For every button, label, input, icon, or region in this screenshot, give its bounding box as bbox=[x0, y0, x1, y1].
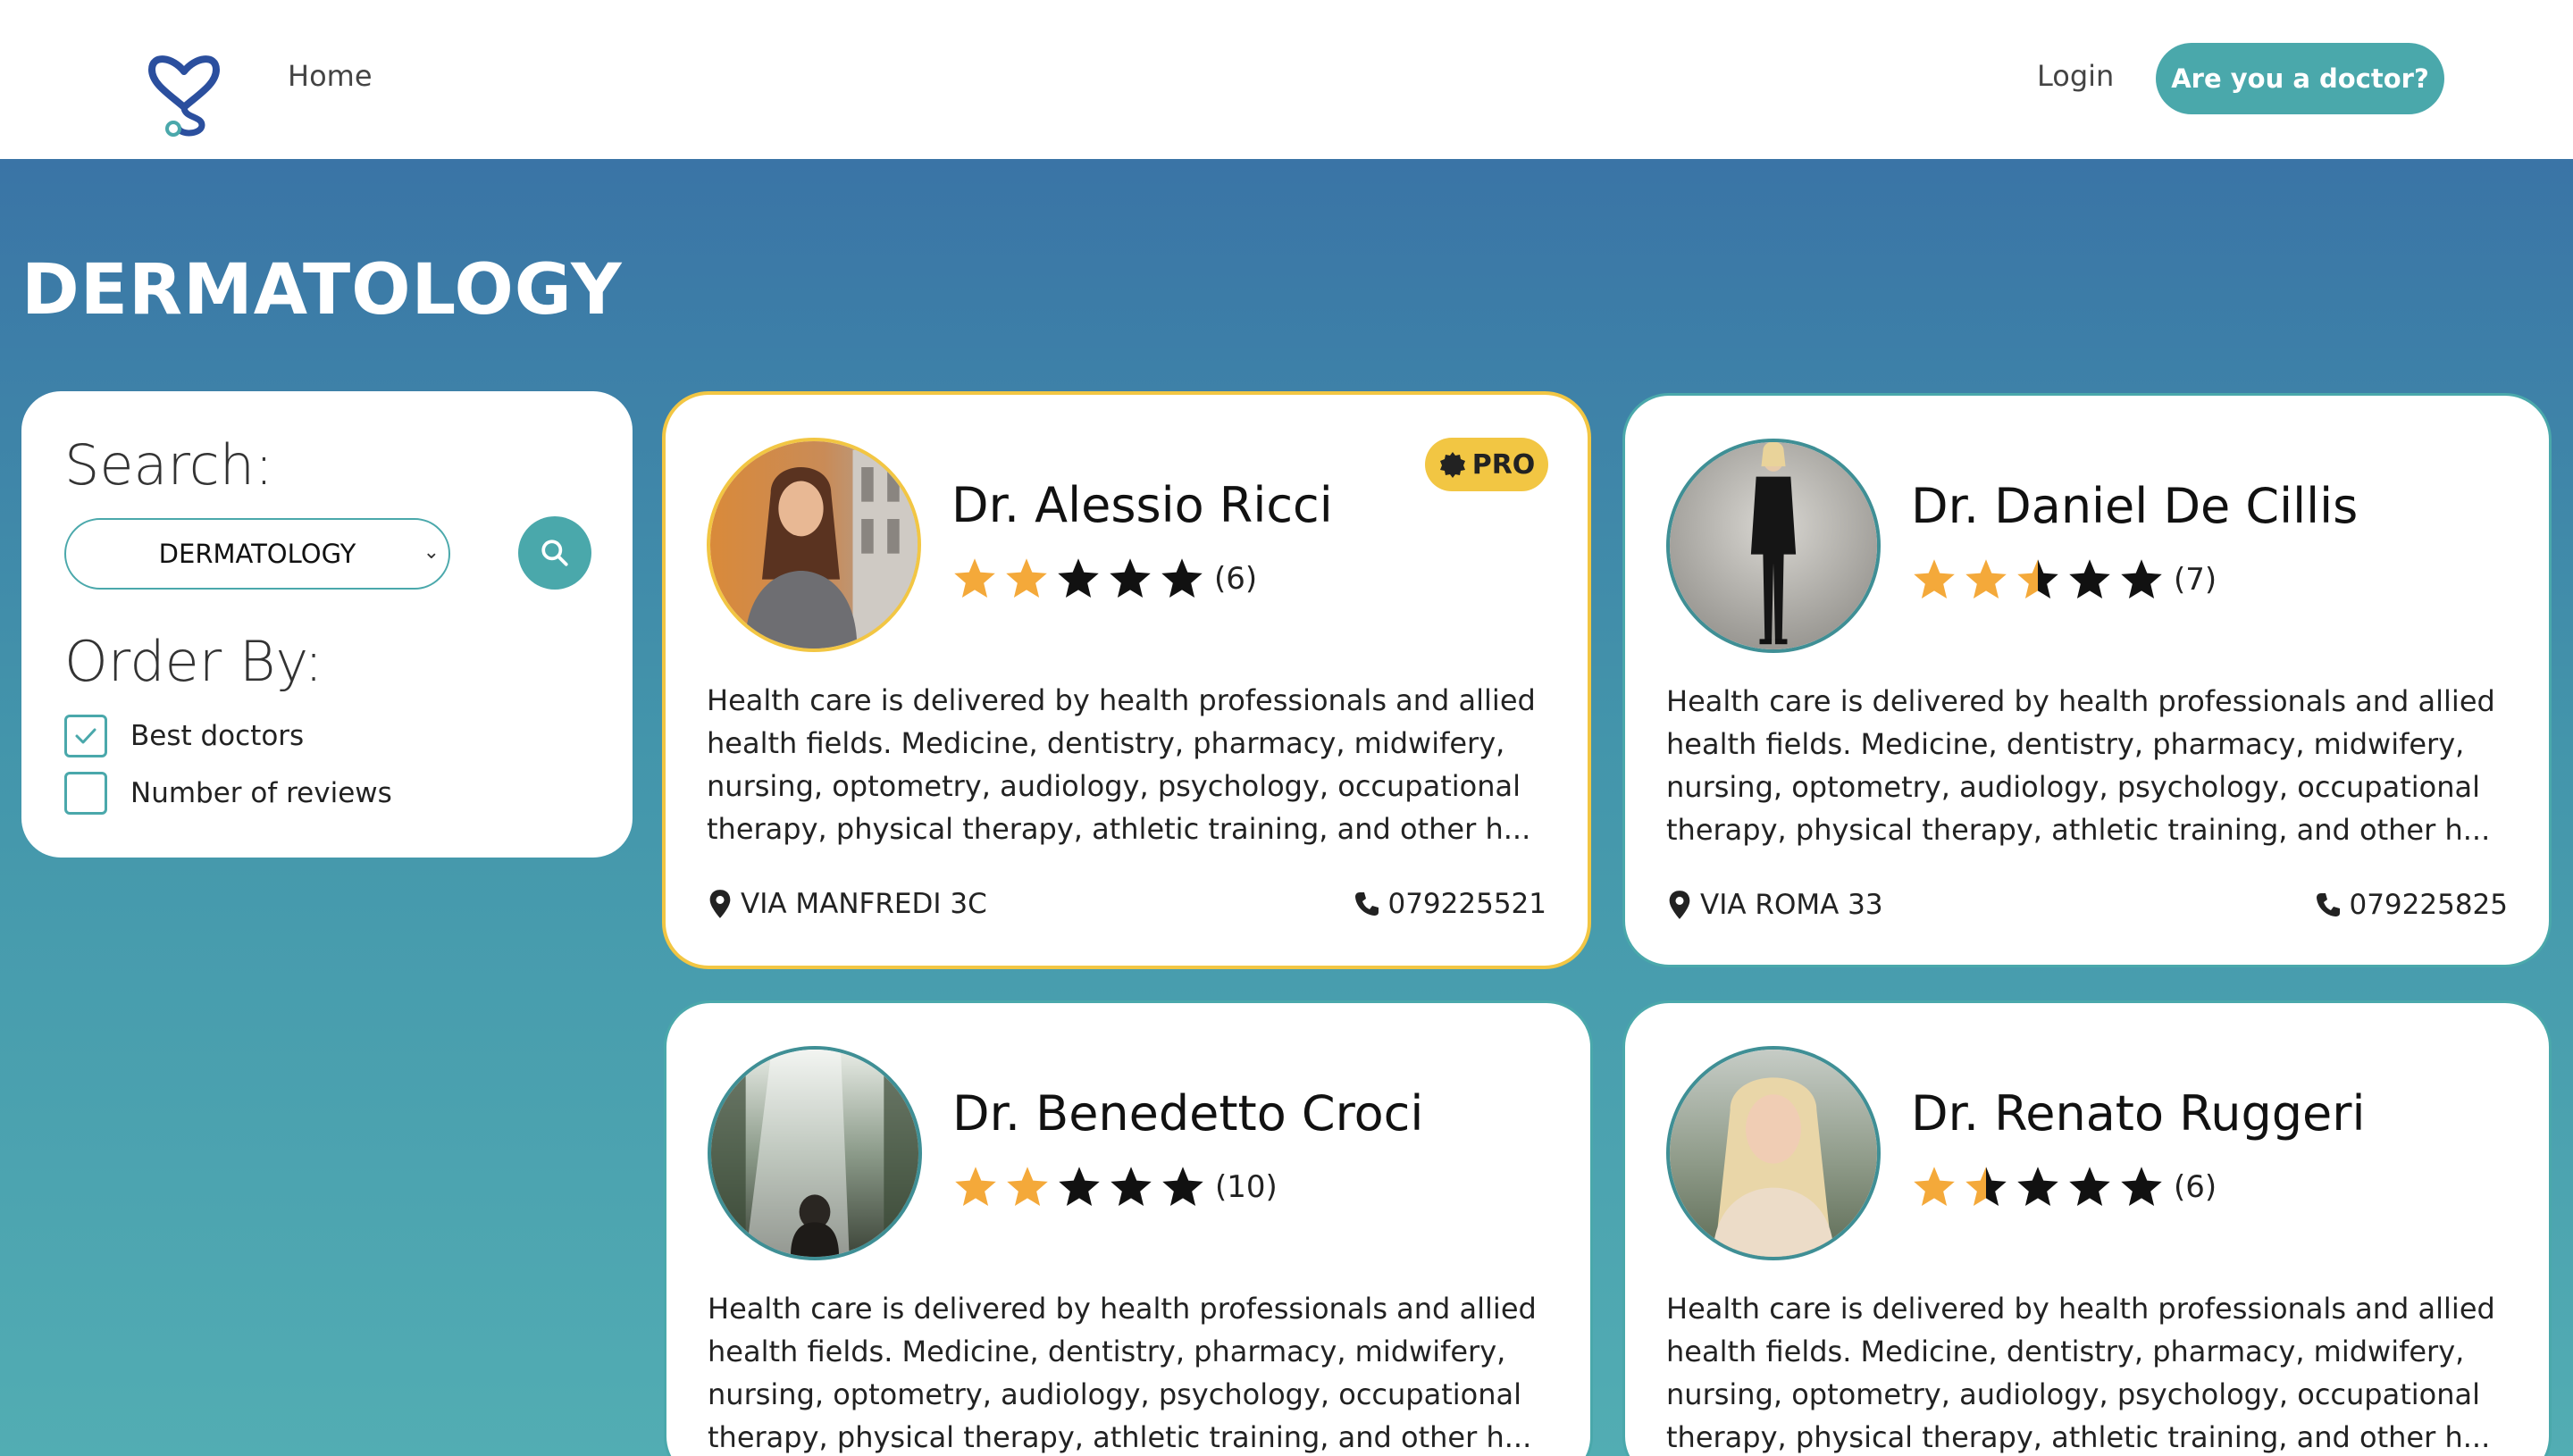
nav-home-link[interactable]: Home bbox=[288, 59, 373, 93]
star-empty-icon bbox=[1059, 1167, 1100, 1207]
star-empty-icon bbox=[1110, 558, 1151, 598]
order-by-heading: Order By: bbox=[64, 629, 323, 694]
doctor-description: Health care is delivered by health profe… bbox=[708, 1292, 1537, 1454]
star-empty-icon bbox=[1161, 558, 1203, 598]
nav-login-link[interactable]: Login bbox=[2037, 59, 2114, 93]
doctor-name[interactable]: Dr. Daniel De Cillis bbox=[1911, 478, 2358, 534]
address-text: VIA MANFREDI 3C bbox=[741, 888, 987, 920]
star-half-icon bbox=[2017, 559, 2058, 599]
doctor-avatar bbox=[708, 1046, 922, 1260]
star-half-icon bbox=[1965, 1167, 2007, 1207]
star-filled-icon bbox=[1914, 1167, 1955, 1207]
doctor-card[interactable]: Dr. Daniel De Cillis (7) Health care is … bbox=[1622, 393, 2552, 967]
doctor-phone[interactable]: 079225825 bbox=[2315, 883, 2508, 926]
review-count: (6) bbox=[2174, 1169, 2217, 1205]
star-filled-icon bbox=[1007, 1167, 1048, 1207]
map-pin-icon bbox=[1669, 891, 1690, 919]
specialty-select-value: DERMATOLOGY bbox=[158, 539, 356, 569]
review-count: (10) bbox=[1215, 1169, 1278, 1205]
star-empty-icon bbox=[2069, 1167, 2110, 1207]
search-icon bbox=[541, 540, 568, 566]
star-empty-icon bbox=[2121, 559, 2162, 599]
star-rating: (6) bbox=[1911, 1162, 2217, 1212]
doctor-name[interactable]: Dr. Benedetto Croci bbox=[952, 1085, 1423, 1142]
verified-seal-icon bbox=[1439, 452, 1465, 478]
pro-badge-label: PRO bbox=[1471, 448, 1536, 481]
star-empty-icon bbox=[2069, 559, 2110, 599]
search-button[interactable] bbox=[518, 516, 591, 590]
star-filled-icon bbox=[1006, 558, 1047, 598]
star-filled-icon bbox=[955, 1167, 996, 1207]
best-doctors-checkbox[interactable] bbox=[64, 715, 107, 757]
address-text: VIA ROMA 33 bbox=[1700, 889, 1883, 921]
doctor-address: VIA MANFREDI 3C bbox=[707, 883, 987, 925]
star-filled-icon bbox=[1965, 559, 2007, 599]
specialty-select[interactable]: DERMATOLOGY ⌄ bbox=[64, 518, 450, 590]
doctor-phone[interactable]: 079225521 bbox=[1354, 883, 1546, 925]
star-rating: (10) bbox=[952, 1162, 1278, 1212]
pro-badge: PRO bbox=[1425, 438, 1548, 491]
star-empty-icon bbox=[1110, 1167, 1152, 1207]
page-title: DERMATOLOGY bbox=[21, 250, 623, 331]
number-of-reviews-label: Number of reviews bbox=[130, 777, 392, 809]
star-filled-icon bbox=[954, 558, 995, 598]
doctor-name[interactable]: Dr. Alessio Ricci bbox=[951, 477, 1333, 533]
search-heading: Search: bbox=[64, 432, 273, 498]
doctor-description: Health care is delivered by health profe… bbox=[707, 683, 1536, 846]
doctor-avatar bbox=[1666, 439, 1881, 653]
checkmark-icon bbox=[75, 728, 96, 744]
review-count: (7) bbox=[2174, 562, 2217, 598]
star-empty-icon bbox=[2121, 1167, 2162, 1207]
phone-text: 079225825 bbox=[2349, 889, 2508, 921]
best-doctors-label: Best doctors bbox=[130, 720, 305, 752]
chevron-down-icon: ⌄ bbox=[423, 541, 440, 564]
phone-icon bbox=[2317, 893, 2341, 916]
star-rating: (7) bbox=[1911, 555, 2217, 605]
doctor-card[interactable]: Dr. Benedetto Croci (10) Health care is … bbox=[664, 1000, 1593, 1456]
review-count: (6) bbox=[1214, 561, 1258, 597]
doctor-avatar bbox=[707, 438, 921, 652]
star-empty-icon bbox=[2017, 1167, 2058, 1207]
phone-text: 079225521 bbox=[1387, 888, 1546, 920]
navbar: Home Login Are you a doctor? bbox=[0, 0, 2573, 159]
number-of-reviews-checkbox[interactable] bbox=[64, 772, 107, 815]
doctor-name[interactable]: Dr. Renato Ruggeri bbox=[1911, 1085, 2365, 1142]
stethoscope-heart-icon[interactable] bbox=[147, 32, 222, 138]
star-filled-icon bbox=[1914, 559, 1955, 599]
map-pin-icon bbox=[709, 890, 731, 918]
order-number-of-reviews-option[interactable]: Number of reviews bbox=[64, 772, 392, 815]
order-best-doctors-option[interactable]: Best doctors bbox=[64, 715, 304, 757]
filter-panel: Search: DERMATOLOGY ⌄ Order By: Best doc… bbox=[21, 391, 633, 858]
doctor-card[interactable]: Dr. Renato Ruggeri (6) Health care is de… bbox=[1622, 1000, 2552, 1456]
are-you-a-doctor-button[interactable]: Are you a doctor? bbox=[2156, 43, 2444, 114]
doctor-card[interactable]: Dr. Alessio Ricci PRO (6) Health care is… bbox=[662, 391, 1591, 969]
star-empty-icon bbox=[1058, 558, 1099, 598]
star-empty-icon bbox=[1162, 1167, 1203, 1207]
doctor-description: Health care is delivered by health profe… bbox=[1666, 684, 2495, 847]
doctor-address: VIA ROMA 33 bbox=[1666, 883, 1883, 926]
doctor-description: Health care is delivered by health profe… bbox=[1666, 1292, 2495, 1454]
doctor-avatar bbox=[1666, 1046, 1881, 1260]
phone-icon bbox=[1355, 892, 1379, 916]
star-rating: (6) bbox=[951, 554, 1257, 604]
